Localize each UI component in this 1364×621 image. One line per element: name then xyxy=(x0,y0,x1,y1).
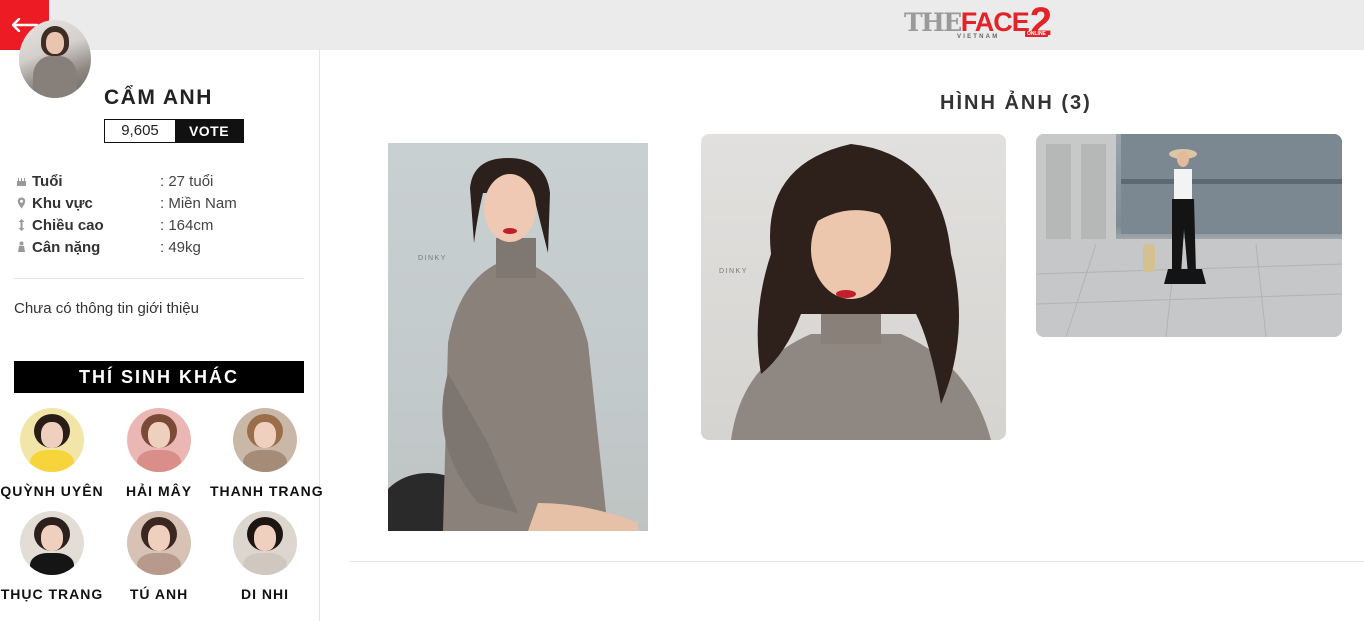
vote-count: 9,605 xyxy=(121,122,159,139)
contestant-card[interactable]: TÚ ANH xyxy=(104,511,214,602)
contestant-card[interactable]: HẢI MÂY xyxy=(104,408,214,499)
theface-logo[interactable]: THE FACE 2 VIETNAM ONLINE xyxy=(904,2,1052,42)
profile-avatar xyxy=(19,20,91,98)
dinky-watermark: DINKY xyxy=(719,268,748,275)
vote-widget: 9,605 VOTE xyxy=(104,119,244,143)
portrait-photo xyxy=(388,158,638,531)
gallery-photo[interactable]: DINKY xyxy=(701,134,1006,440)
profile-info: Tuổi : 27 tuổi Khu vực : Miền Nam Chiều … xyxy=(14,170,304,258)
location-pin-icon xyxy=(14,196,28,210)
weight-icon xyxy=(14,240,28,254)
gallery-title: HÌNH ẢNH (3) xyxy=(940,92,1092,114)
contestant-avatar xyxy=(127,511,191,575)
other-contestants-title: THÍ SINH KHÁC xyxy=(14,361,304,393)
contestant-avatar xyxy=(20,408,84,472)
contestant-avatar xyxy=(233,511,297,575)
contestant-avatar xyxy=(127,408,191,472)
section-divider xyxy=(14,278,304,279)
gallery-bottom-divider xyxy=(350,561,1364,562)
gallery-photo[interactable]: DINKY xyxy=(388,143,648,531)
contestant-card[interactable]: THANH TRANG xyxy=(210,408,323,499)
portrait-photo xyxy=(731,144,991,440)
street-photo xyxy=(1036,134,1342,337)
contestant-card[interactable]: DI NHI xyxy=(210,511,320,602)
dinky-watermark: DINKY xyxy=(418,255,447,262)
contestant-card[interactable]: THỤC TRANG xyxy=(0,511,107,602)
info-row-weight: Cân nặng : 49kg xyxy=(14,236,304,258)
contestant-avatar xyxy=(233,408,297,472)
height-icon xyxy=(14,218,28,232)
vote-button[interactable]: VOTE xyxy=(175,120,243,142)
top-bar: THE FACE 2 VIETNAM ONLINE xyxy=(0,0,1364,50)
intro-text: Chưa có thông tin giới thiệu xyxy=(14,300,199,317)
contestant-card[interactable]: QUỲNH UYÊN xyxy=(0,408,107,499)
contestant-name: CẨM ANH xyxy=(104,86,213,109)
info-row-region: Khu vực : Miền Nam xyxy=(14,192,304,214)
info-row-height: Chiều cao : 164cm xyxy=(14,214,304,236)
info-row-age: Tuổi : 27 tuổi xyxy=(14,170,304,192)
gallery-photo[interactable] xyxy=(1036,134,1342,337)
contestant-avatar xyxy=(20,511,84,575)
cake-icon xyxy=(14,174,28,188)
